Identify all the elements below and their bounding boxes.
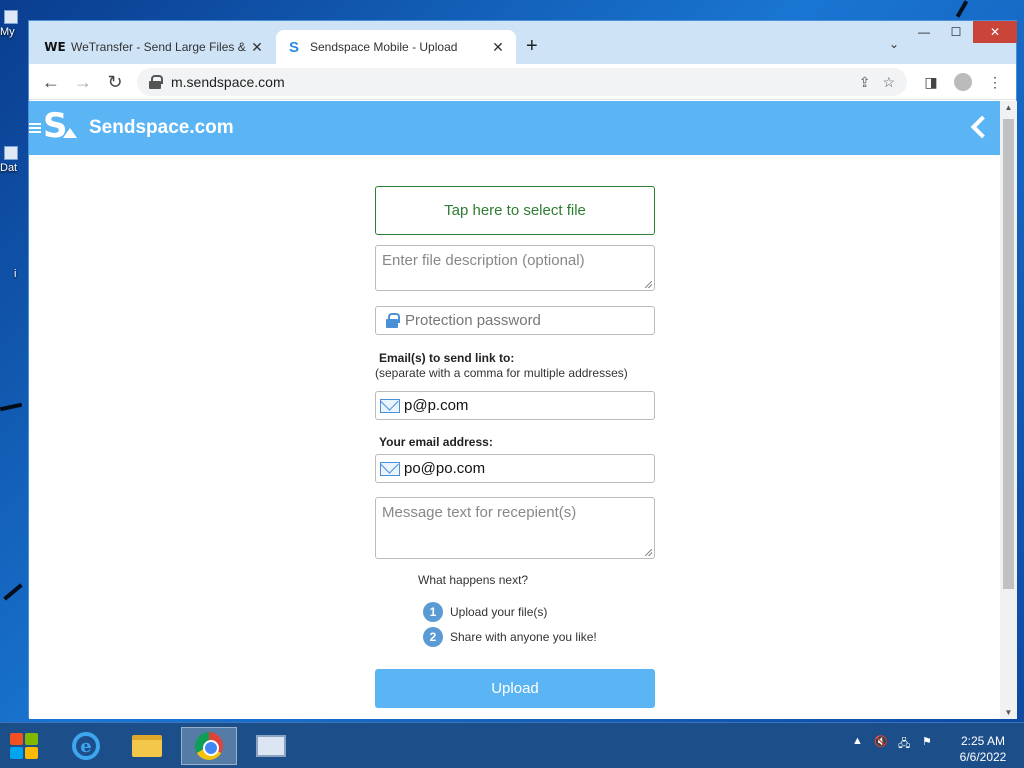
clock-time: 2:25 AM bbox=[960, 734, 1006, 748]
select-file-button[interactable]: Tap here to select file bbox=[375, 186, 655, 235]
monitor-icon bbox=[256, 735, 286, 757]
next-steps-title: What happens next? bbox=[418, 573, 529, 587]
tab-title: WeTransfer - Send Large Files & bbox=[71, 40, 246, 54]
new-tab-button[interactable]: + bbox=[526, 35, 538, 58]
lock-icon[interactable] bbox=[149, 75, 163, 89]
tab-wetransfer[interactable]: WE WeTransfer - Send Large Files & ✕ bbox=[37, 30, 275, 64]
password-field[interactable]: Protection password bbox=[375, 306, 655, 335]
upload-form: Tap here to select file Enter file descr… bbox=[375, 186, 655, 708]
clock-date: 6/6/2022 bbox=[959, 750, 1007, 764]
taskbar-internet-explorer[interactable]: e bbox=[58, 727, 114, 765]
tab-title: Sendspace Mobile - Upload bbox=[310, 40, 458, 54]
reload-button[interactable]: ↻ bbox=[103, 70, 127, 94]
tab-sendspace[interactable]: S Sendspace Mobile - Upload ✕ bbox=[276, 30, 516, 64]
site-brand[interactable]: Sendspace.com bbox=[89, 117, 234, 139]
action-center-flag-icon[interactable]: ⚑ bbox=[922, 735, 932, 748]
step-text: Share with anyone you like! bbox=[450, 630, 597, 644]
taskbar: e ▲ 🔇 🖧 ⚑ 2:25 AM 6/6/2022 bbox=[0, 722, 1024, 768]
share-icon[interactable]: ⇪ bbox=[859, 74, 871, 91]
page-scrollbar[interactable]: ▲ ▼ bbox=[1000, 101, 1017, 719]
sendspace-logo-icon[interactable]: S bbox=[43, 106, 77, 148]
close-window-button[interactable]: ✕ bbox=[973, 21, 1017, 43]
computer-icon bbox=[4, 10, 18, 24]
start-button[interactable] bbox=[8, 731, 40, 761]
wallpaper-stroke bbox=[0, 402, 23, 412]
show-hidden-icons-chevron-icon[interactable]: ▲ bbox=[852, 735, 863, 747]
desktop-icon-label: My bbox=[0, 26, 15, 38]
browser-toolbar: ← → ↻ m.sendspace.com ⇪ ☆ ◨ ⋮ bbox=[29, 64, 1016, 100]
step-text: Upload your file(s) bbox=[450, 605, 548, 619]
recipient-email-field[interactable]: p@p.com bbox=[375, 391, 655, 420]
close-tab-icon[interactable]: ✕ bbox=[490, 39, 506, 56]
step-number-badge: 2 bbox=[423, 627, 443, 647]
emails-hint: (separate with a comma for multiple addr… bbox=[375, 366, 628, 380]
forward-button[interactable]: → bbox=[71, 70, 95, 94]
back-chevron-icon[interactable] bbox=[966, 113, 990, 141]
url-text[interactable]: m.sendspace.com bbox=[171, 74, 859, 90]
desktop-icon-label: i bbox=[14, 268, 17, 280]
chrome-icon bbox=[195, 732, 223, 760]
site-header: S Sendspace.com bbox=[29, 101, 1000, 155]
step-number-badge: 1 bbox=[423, 602, 443, 622]
your-email-value: po@po.com bbox=[404, 460, 486, 477]
file-icon bbox=[4, 146, 18, 160]
emails-label: Email(s) to send link to: bbox=[379, 351, 515, 365]
hamburger-menu-icon[interactable] bbox=[29, 123, 41, 133]
internet-explorer-icon: e bbox=[72, 732, 100, 760]
scroll-up-arrow-icon[interactable]: ▲ bbox=[1000, 103, 1017, 112]
back-button[interactable]: ← bbox=[39, 70, 63, 94]
padlock-icon bbox=[386, 313, 400, 328]
system-clock[interactable]: 2:25 AM 6/6/2022 bbox=[950, 733, 1016, 765]
description-textarea[interactable]: Enter file description (optional) bbox=[375, 245, 655, 291]
your-email-field[interactable]: po@po.com bbox=[375, 454, 655, 483]
password-placeholder: Protection password bbox=[405, 312, 541, 329]
upload-button[interactable]: Upload bbox=[375, 669, 655, 708]
desktop-icon-dat[interactable]: Dat bbox=[0, 146, 22, 174]
desktop-icon-label: Dat bbox=[0, 162, 18, 174]
scrollbar-thumb[interactable] bbox=[1003, 119, 1014, 589]
taskbar-chrome[interactable] bbox=[181, 727, 237, 765]
volume-muted-icon[interactable]: 🔇 bbox=[874, 735, 888, 748]
tab-search-chevron-icon[interactable]: ⌄ bbox=[889, 37, 899, 51]
recipient-email-value: p@p.com bbox=[404, 397, 469, 414]
side-panel-icon[interactable]: ◨ bbox=[919, 70, 943, 94]
sendspace-favicon-icon: S bbox=[288, 38, 299, 56]
step-item: 2 Share with anyone you like! bbox=[423, 627, 655, 647]
your-email-label: Your email address: bbox=[379, 435, 493, 449]
minimize-button[interactable]: — bbox=[909, 21, 939, 43]
web-page: S Sendspace.com Tap here to select file … bbox=[29, 101, 1000, 719]
menu-kebab-icon[interactable]: ⋮ bbox=[983, 70, 1007, 94]
message-placeholder: Message text for recepient(s) bbox=[382, 504, 577, 521]
wallpaper-stroke bbox=[3, 583, 23, 601]
scroll-down-arrow-icon[interactable]: ▼ bbox=[1000, 708, 1017, 717]
description-placeholder: Enter file description (optional) bbox=[382, 252, 585, 269]
step-item: 1 Upload your file(s) bbox=[423, 602, 655, 622]
tab-strip: WE WeTransfer - Send Large Files & ✕ S S… bbox=[29, 21, 1017, 64]
envelope-icon bbox=[380, 461, 400, 476]
close-tab-icon[interactable]: ✕ bbox=[249, 39, 265, 56]
network-icon[interactable]: 🖧 bbox=[898, 735, 910, 754]
envelope-icon bbox=[380, 398, 400, 413]
maximize-button[interactable]: ☐ bbox=[941, 21, 971, 43]
profile-avatar-icon[interactable] bbox=[951, 70, 975, 94]
taskbar-file-explorer[interactable] bbox=[119, 727, 175, 765]
message-textarea[interactable]: Message text for recepient(s) bbox=[375, 497, 655, 559]
wetransfer-favicon-icon: WE bbox=[44, 40, 66, 54]
taskbar-monitor-app[interactable] bbox=[243, 727, 299, 765]
bookmark-star-icon[interactable]: ☆ bbox=[882, 74, 895, 91]
wallpaper-stroke bbox=[955, 0, 969, 18]
folder-icon bbox=[132, 735, 162, 757]
desktop-icon-my[interactable]: My bbox=[0, 10, 22, 38]
browser-window: WE WeTransfer - Send Large Files & ✕ S S… bbox=[28, 20, 1017, 719]
address-bar[interactable]: m.sendspace.com ⇪ ☆ bbox=[137, 68, 907, 96]
